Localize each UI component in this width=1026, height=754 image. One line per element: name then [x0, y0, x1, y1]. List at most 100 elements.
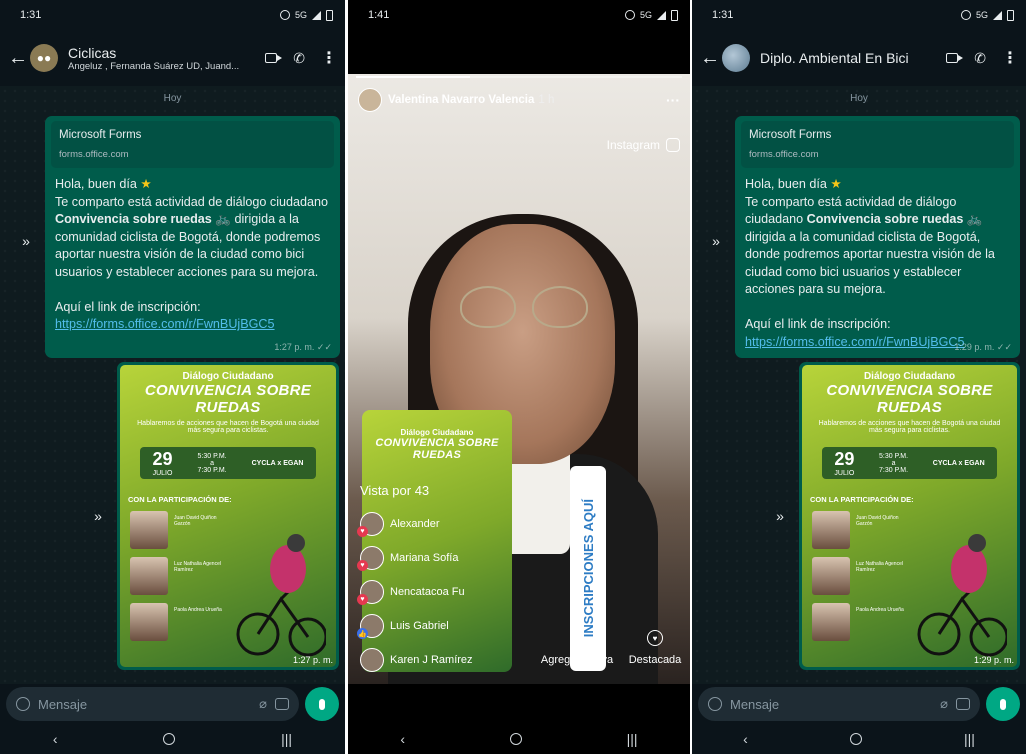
back-arrow-icon[interactable]: ←: [8, 47, 30, 70]
group-avatar[interactable]: [722, 44, 750, 72]
emoji-icon[interactable]: [708, 697, 722, 711]
poster-participation: CON LA PARTICIPACIÓN DE:: [128, 495, 232, 504]
chat-title: Diplo. Ambiental En Bici: [760, 50, 909, 66]
status-time: 1:31: [712, 9, 734, 21]
highlight-label: Destacada: [628, 654, 682, 666]
chat-title-area[interactable]: Ciclicas Angeluz , Fernanda Suárez UD, J…: [68, 45, 257, 72]
attach-icon[interactable]: ⌀: [940, 696, 948, 712]
poster-date-box: 29 JULIO 5:30 P.M. a 7:30 P.M. CYCLA x EGAN: [140, 447, 316, 479]
event-poster-image[interactable]: Diálogo Ciudadano CONVIVENCIA SOBRE RUED…: [802, 365, 1017, 667]
mic-button[interactable]: [305, 687, 339, 721]
nav-home-icon[interactable]: [849, 733, 862, 745]
message-input[interactable]: Mensaje ⌀: [6, 687, 299, 721]
image-message[interactable]: Diálogo Ciudadano CONVIVENCIA SOBRE RUED…: [117, 362, 339, 670]
image-message[interactable]: Diálogo Ciudadano CONVIVENCIA SOBRE RUED…: [799, 362, 1020, 670]
phone-call-icon[interactable]: ✆: [293, 50, 305, 67]
message-time-text: 1:27 p. m.: [274, 342, 315, 352]
viewer-avatar: ♥: [357, 512, 384, 537]
viewer-row[interactable]: Karen J Ramírez: [360, 648, 473, 672]
viewer-row[interactable]: ♥ Mariana Sofía: [357, 546, 458, 571]
viewer-name: Karen J Ramírez: [390, 654, 473, 666]
poster-title: CONVIVENCIA SOBRE RUEDAS: [826, 382, 993, 416]
attach-icon[interactable]: ⌀: [259, 696, 267, 712]
chat-title-area[interactable]: Diplo. Ambiental En Bici: [760, 50, 938, 66]
speaker-photo: [812, 603, 850, 641]
chat-messages[interactable]: Hoy » Microsoft Forms forms.office.com H…: [692, 86, 1026, 684]
message-bubble[interactable]: Microsoft Forms forms.office.com Hola, b…: [735, 116, 1020, 358]
link-preview[interactable]: Microsoft Forms forms.office.com: [741, 121, 1014, 168]
middle-phone-screen: 1:41 5G Valentina Navarro Valencia 1 h ·…: [348, 0, 690, 754]
speaker-name: Paola Andrea Urueña: [856, 607, 904, 613]
left-phone-screen: 1:31 5G ← ●● Ciclicas Angeluz , Fernanda…: [0, 0, 345, 754]
camera-icon[interactable]: [275, 698, 289, 710]
message-time-text: 1:29 p. m.: [954, 342, 995, 352]
status-bar: 1:31 5G: [0, 0, 345, 30]
viewer-avatar: ♥: [357, 580, 384, 605]
greeting-text: Hola, buen día: [55, 177, 137, 191]
phone-call-icon[interactable]: ✆: [974, 50, 986, 67]
speaker-name: Juan David Quiñon Garzón: [174, 515, 217, 527]
preview-domain: forms.office.com: [59, 149, 129, 160]
back-arrow-icon[interactable]: ←: [700, 47, 722, 70]
message-time: 1:29 p. m. ✓✓: [954, 342, 1012, 352]
cyclist-illustration: [917, 534, 1007, 657]
story-progress-bar: [356, 76, 682, 78]
viewer-row[interactable]: ♥ Nencatacoa Fu: [357, 580, 465, 605]
nav-recents-icon[interactable]: |||: [964, 731, 975, 747]
emoji-icon[interactable]: [16, 697, 30, 711]
viewer-name: Alexander: [390, 518, 440, 530]
speaker-photo: [130, 511, 168, 549]
like-reaction-icon: 👍: [357, 628, 368, 639]
camera-icon[interactable]: [956, 698, 970, 710]
story-user-avatar[interactable]: [358, 88, 382, 112]
nav-recents-icon[interactable]: |||: [281, 731, 292, 747]
forward-icon[interactable]: »: [16, 231, 36, 251]
preview-domain: forms.office.com: [749, 149, 819, 160]
date-chip: Hoy: [850, 93, 868, 104]
forward-icon[interactable]: »: [88, 506, 108, 526]
nav-back-icon[interactable]: ‹: [53, 731, 58, 747]
forward-icon[interactable]: »: [770, 506, 790, 526]
heart-reaction-icon: ♥: [357, 560, 368, 571]
more-menu-icon[interactable]: ⋮: [1002, 48, 1018, 68]
nav-back-icon[interactable]: ‹: [743, 731, 748, 747]
nav-home-icon[interactable]: [163, 733, 176, 745]
link-preview[interactable]: Microsoft Forms forms.office.com: [51, 121, 334, 168]
instagram-icon: [666, 138, 680, 152]
form-link[interactable]: https://forms.office.com/r/FwnBUjBGC5: [745, 335, 965, 349]
image-time: 1:29 p. m.: [973, 655, 1014, 665]
highlight-button[interactable]: ♥ Destacada: [620, 630, 690, 666]
story-more-icon[interactable]: ···: [666, 92, 680, 108]
mic-button[interactable]: [986, 687, 1020, 721]
nav-recents-icon[interactable]: |||: [627, 731, 638, 747]
add-new-button[interactable]: Agregar nueva: [532, 630, 622, 666]
event-poster-image[interactable]: Diálogo Ciudadano CONVIVENCIA SOBRE RUED…: [120, 365, 336, 667]
poster-tag: Diálogo Ciudadano: [863, 371, 956, 382]
message-bold: Convivencia sobre ruedas: [55, 212, 212, 226]
chat-messages[interactable]: Hoy » Microsoft Forms forms.office.com H…: [0, 86, 345, 684]
video-call-icon[interactable]: [265, 53, 283, 63]
poster-month: JULIO: [152, 470, 173, 477]
nav-home-icon[interactable]: [509, 733, 522, 745]
forward-icon[interactable]: »: [706, 231, 726, 251]
form-link[interactable]: https://forms.office.com/r/FwnBUjBGC5: [55, 317, 275, 331]
bike-emoji-icon: 🚲: [215, 212, 231, 226]
group-avatar[interactable]: ●●: [30, 44, 58, 72]
message-bold: Convivencia sobre ruedas: [806, 212, 964, 226]
nav-back-icon[interactable]: ‹: [400, 731, 405, 747]
story-user-name[interactable]: Valentina Navarro Valencia: [388, 94, 534, 106]
video-call-icon[interactable]: [946, 53, 964, 63]
viewer-row[interactable]: ♥ Alexander: [357, 512, 440, 537]
more-menu-icon[interactable]: ⋮: [321, 48, 337, 68]
viewer-avatar: 👍: [357, 614, 384, 639]
message-bubble[interactable]: Microsoft Forms forms.office.com Hola, b…: [45, 116, 340, 358]
message-input[interactable]: Mensaje ⌀: [698, 687, 980, 721]
glasses-lens: [532, 286, 588, 328]
message-line: dirigida a la comunidad ciclista de Bogo…: [745, 229, 995, 297]
viewers-label[interactable]: Vista por 43: [360, 483, 429, 498]
viewer-row[interactable]: 👍 Luis Gabriel: [357, 614, 449, 639]
viewer-name: Luis Gabriel: [390, 620, 449, 632]
speaker-name: Paola Andrea Urueña: [174, 607, 222, 613]
status-bar: 1:41 5G: [348, 0, 690, 30]
speaker-name: Luz Nathalia Agencel Ramírez: [856, 561, 903, 573]
